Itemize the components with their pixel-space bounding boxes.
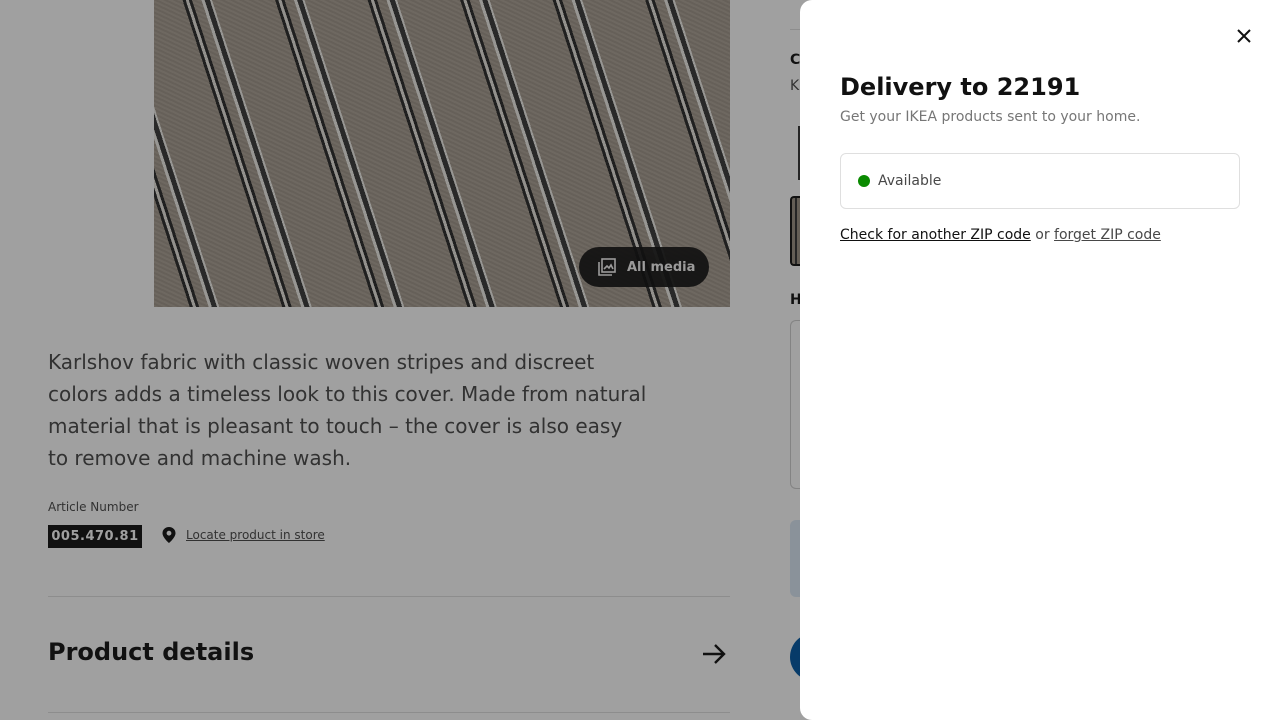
close-button[interactable] <box>1228 20 1260 52</box>
modal-title: Delivery to 22191 <box>840 73 1081 101</box>
close-icon <box>1237 29 1251 43</box>
forget-zip-link[interactable]: forget ZIP code <box>1054 227 1161 243</box>
available-dot <box>858 175 870 187</box>
zip-links: Check for another ZIP code or forget ZIP… <box>840 227 1161 243</box>
modal-subtitle: Get your IKEA products sent to your home… <box>840 109 1141 125</box>
delivery-modal <box>800 0 1280 720</box>
check-zip-link[interactable]: Check for another ZIP code <box>840 227 1031 243</box>
or-text: or <box>1035 227 1050 243</box>
availability-text: Available <box>878 173 942 189</box>
availability-status: Available <box>840 153 1240 209</box>
